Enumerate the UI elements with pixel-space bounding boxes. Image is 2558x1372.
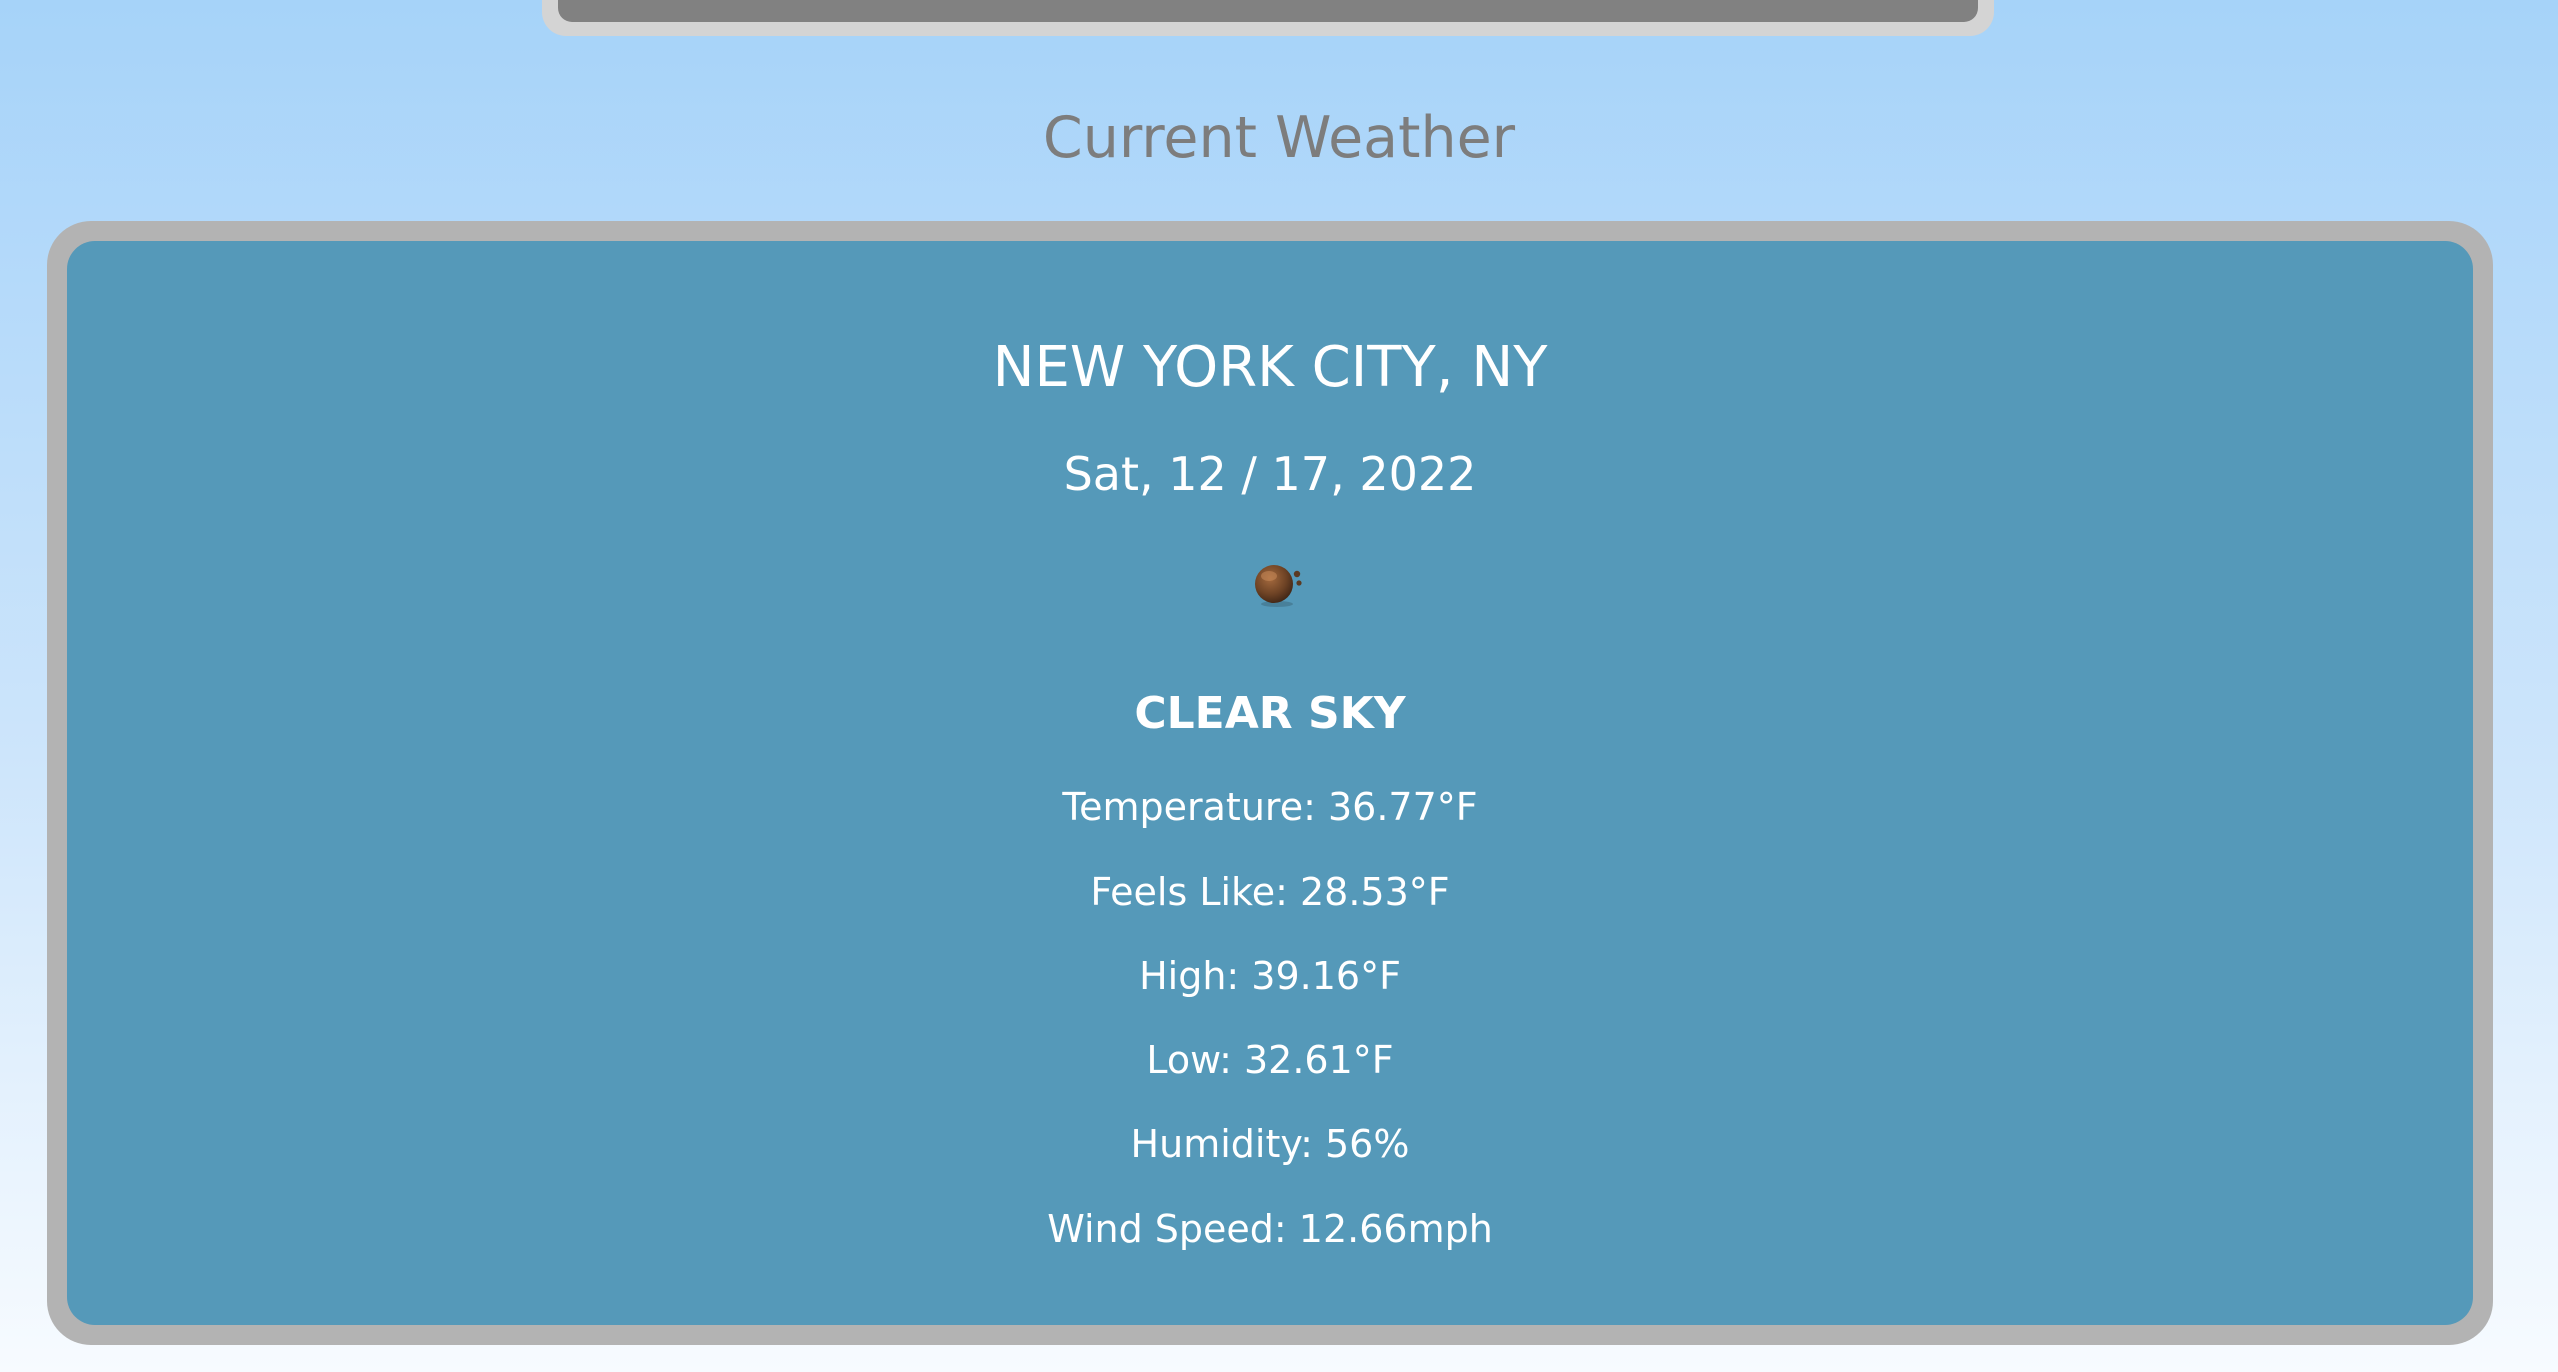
weather-date: Sat, 12 / 17, 2022 (1063, 447, 1477, 501)
city-name: NEW YORK CITY, NY (992, 335, 1548, 400)
humidity-value: Humidity: 56% (1130, 1122, 1410, 1166)
high-temperature-value: High: 39.16°F (1139, 954, 1401, 998)
wind-speed-value: Wind Speed: 12.66mph (1047, 1207, 1493, 1251)
top-panel (558, 0, 1978, 22)
weather-condition-icon (1255, 565, 1302, 607)
weather-card: NEW YORK CITY, NY Sat, 12 / 17, 2022 CLE… (47, 221, 2493, 1345)
temperature-value: Temperature: 36.77°F (1062, 785, 1478, 829)
low-temperature-value: Low: 32.61°F (1146, 1038, 1394, 1082)
top-panel-frame (542, 0, 1994, 36)
weather-description: CLEAR SKY (1134, 688, 1406, 739)
weather-card-body: NEW YORK CITY, NY Sat, 12 / 17, 2022 CLE… (67, 241, 2473, 1325)
section-heading: Current Weather (1042, 105, 1516, 171)
feels-like-value: Feels Like: 28.53°F (1090, 870, 1450, 914)
